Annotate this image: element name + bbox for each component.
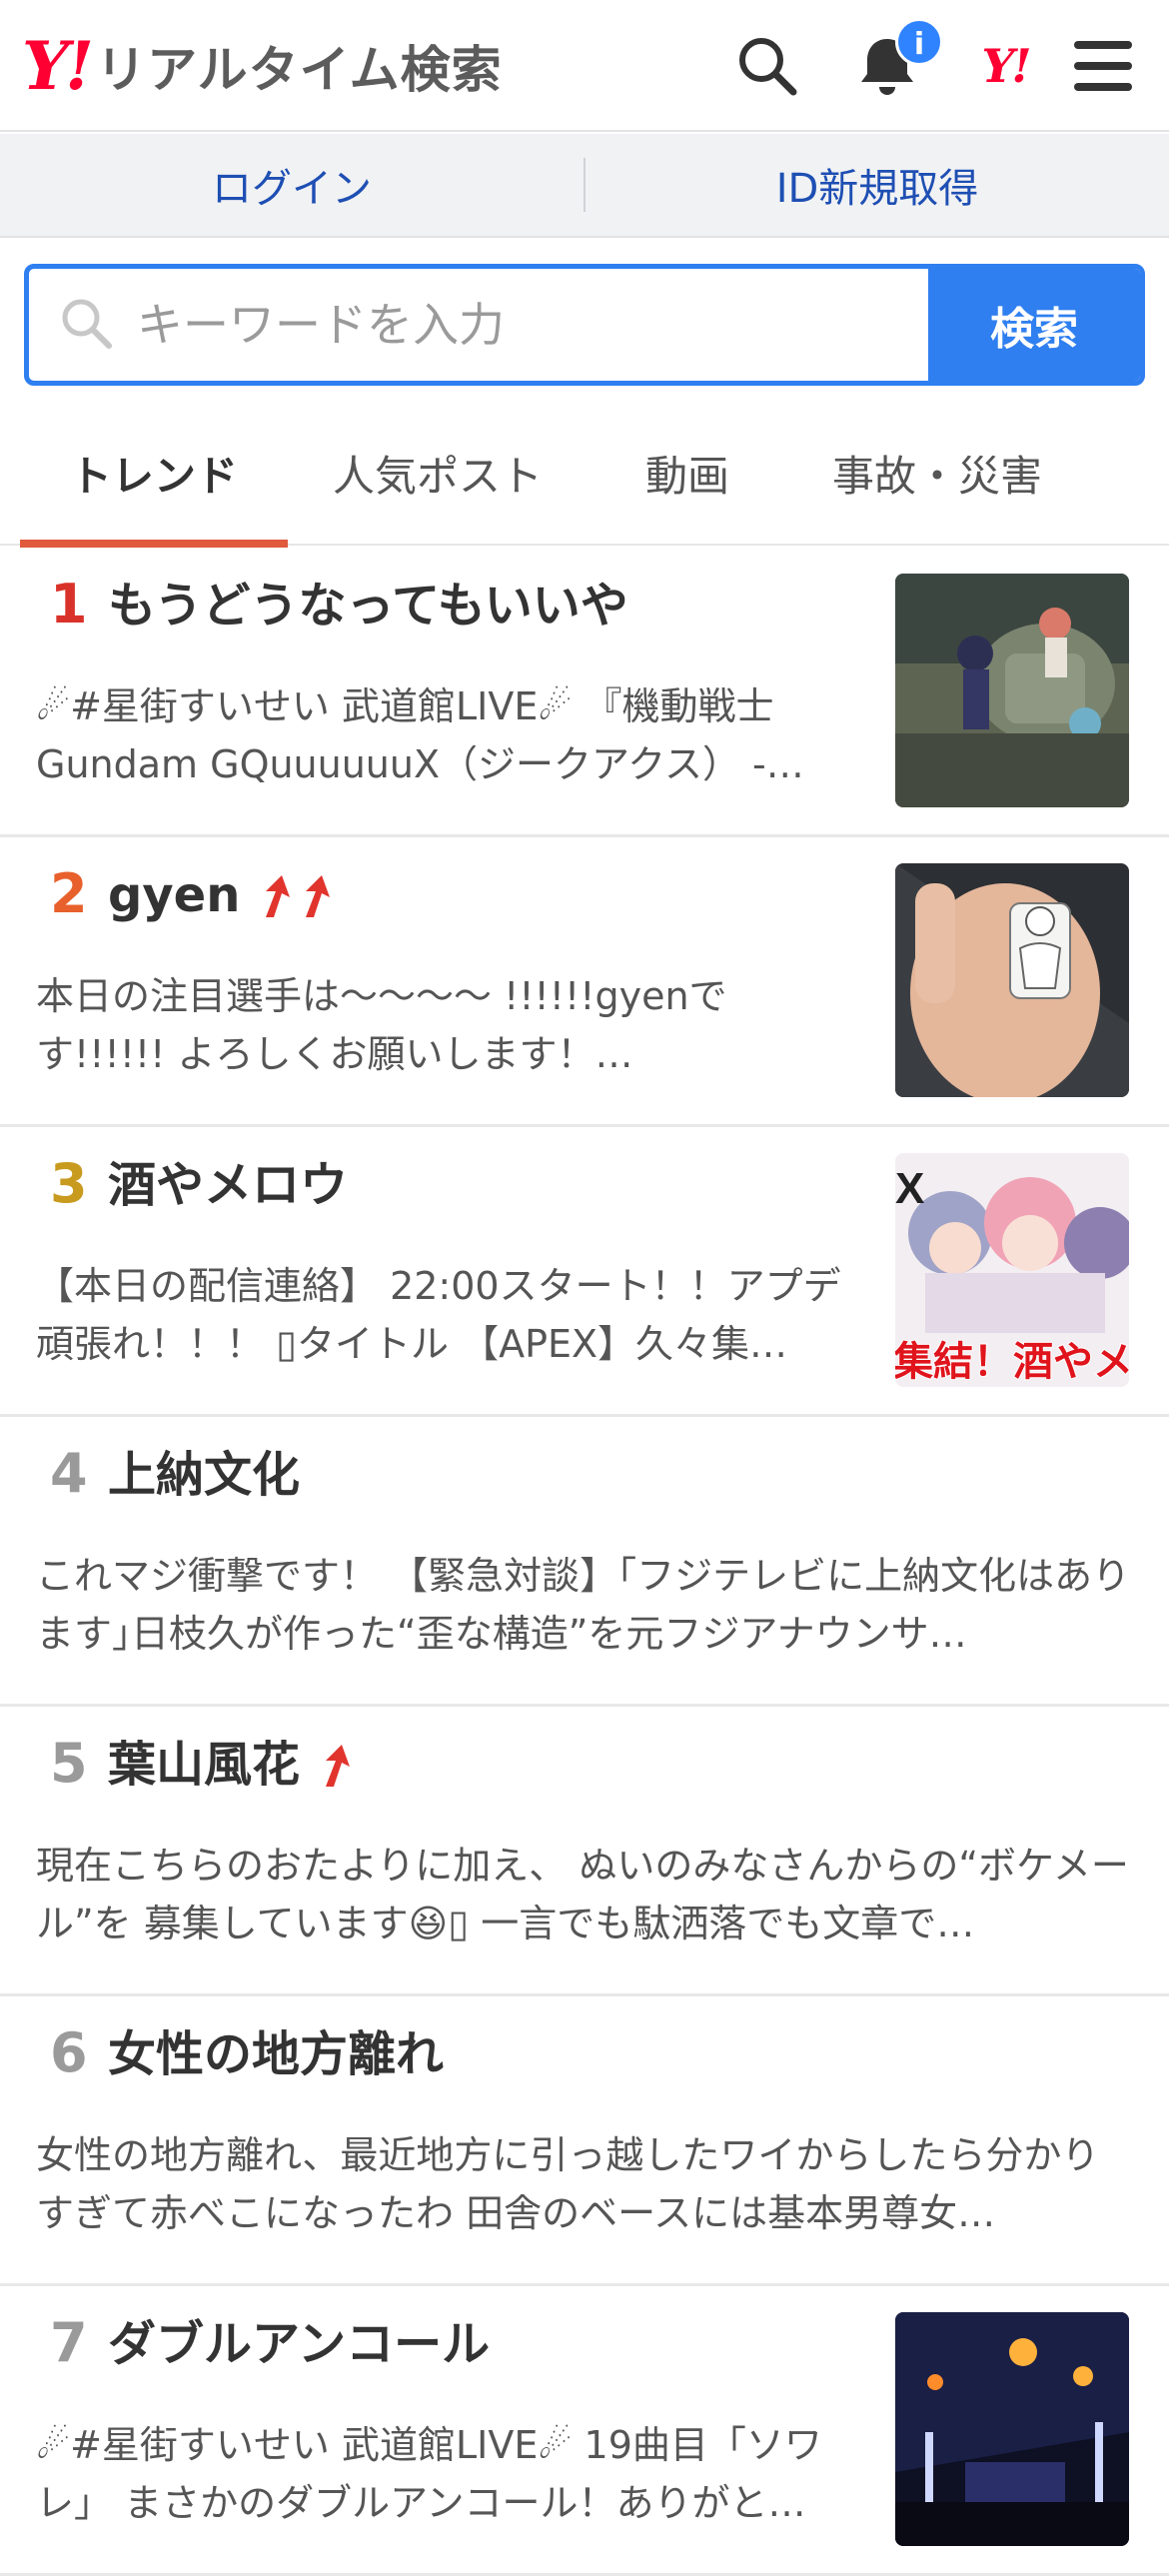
svg-text:X: X [895,1164,924,1213]
yahoo-logo-mark: Y! [22,27,94,105]
trend-title[interactable]: gyen [108,867,334,925]
trend-item[interactable]: 3 酒やメロウ 【本日の配信連絡】 22:00スタート！！アプデ頑張れ！！！ ▯… [0,1127,1169,1417]
trend-title[interactable]: 酒やメロウ [108,1157,348,1215]
hamburger-menu-icon[interactable] [1063,26,1143,106]
rank-number: 2 [50,862,88,925]
search-input-icon [59,296,113,354]
trend-title[interactable]: 女性の地方離れ [108,2026,444,2084]
tab-trend[interactable]: トレンド [20,400,288,548]
login-link[interactable]: ログイン [0,134,584,236]
register-id-link[interactable]: ID新規取得 [585,134,1169,236]
trend-title-text: もうどうなってもいいや [108,578,628,634]
yahoo-mark: Y! [981,39,1031,93]
trend-title-text: gyen [108,867,241,923]
trend-description: ☄#星街すいせい 武道館LIVE☄ 『機動戦士Gundam GQuuuuuuX（… [36,684,804,786]
rank-number: 3 [50,1152,88,1215]
trend-thumbnail[interactable] [895,2312,1129,2546]
category-tabs: トレンド 人気ポスト 動画 事故・災害 [0,400,1169,548]
rank-number: 1 [50,573,88,636]
rank-number: 4 [50,1442,88,1505]
rising-arrow-icon [306,874,331,917]
trend-title-text: ダブルアンコール [108,2316,491,2372]
trend-title[interactable]: 上納文化 [108,1447,300,1505]
rising-indicator [314,1743,354,1789]
trend-description: 現在こちらのおたよりに加え、 ぬいのみなさんからの“ボケメール”を 募集していま… [36,1844,1129,1945]
trend-title[interactable]: ダブルアンコール [108,2316,490,2374]
trend-title-text: 酒やメロウ [108,1157,349,1213]
trend-item[interactable]: 7 ダブルアンコール ☄#星街すいせい 武道館LIVE☄ 19曲目「ソワレ」 ま… [0,2286,1169,2576]
search-button[interactable]: 検索 [928,269,1140,381]
rising-indicator [254,873,334,919]
search-icon[interactable] [727,26,807,106]
trend-description: 本日の注目選手は〜〜〜〜 !!!!!!gyenです!!!!!! よろしくお願いし… [36,974,727,1076]
trend-item[interactable]: 1 もうどうなってもいいや ☄#星街すいせい 武道館LIVE☄ 『機動戦士Gun… [0,548,1169,837]
search-form: 検索 [24,264,1145,386]
rank-number: 5 [50,1732,88,1795]
yahoo-japan-icon[interactable]: Y! [965,26,1045,106]
app-header: Y! リアルタイム検索 i Y! [0,0,1169,132]
trend-thumbnail[interactable] [895,863,1129,1097]
tab-videos[interactable]: 動画 [587,400,787,546]
trend-description: ☄#星街すいせい 武道館LIVE☄ 19曲目「ソワレ」 まさかのダブルアンコール… [36,2423,822,2525]
trend-item[interactable]: 5 葉山風花 現在こちらのおたよりに加え、 ぬいのみなさんからの“ボケメール”を… [0,1707,1169,1996]
yahoo-realtime-logo[interactable]: Y! リアルタイム検索 [22,30,503,102]
trend-title[interactable]: 葉山風花 [108,1737,354,1795]
search-field[interactable] [29,269,928,381]
trend-description: 女性の地方離れ、最近地方に引っ越したワイからしたら分かりすぎて赤べこになったわ … [36,2133,1100,2235]
trend-thumbnail[interactable]: X 集結！酒やメロウ [895,1153,1129,1387]
trend-title[interactable]: もうどうなってもいいや [108,578,628,636]
trend-item[interactable]: 4 上納文化 これマジ衝撃です！ 【緊急対談】｢フジテレビに上納文化はあります｣… [0,1417,1169,1707]
trend-thumbnail[interactable] [895,574,1129,807]
trend-title-text: 女性の地方離れ [108,2026,445,2082]
rank-number: 6 [50,2021,88,2084]
notification-badge: i [895,18,943,66]
thumbnail-caption: 集結！酒やメロウ [895,1339,1129,1385]
trend-title-text: 上納文化 [108,1447,301,1503]
login-bar: ログイン ID新規取得 [0,134,1169,238]
tab-popular-posts[interactable]: 人気ポスト [288,400,587,546]
rank-number: 7 [50,2311,88,2374]
rising-arrow-icon [266,874,291,917]
trend-item[interactable]: 6 女性の地方離れ 女性の地方離れ、最近地方に引っ越したワイからしたら分かりすぎ… [0,1996,1169,2286]
trend-list: 1 もうどうなってもいいや ☄#星街すいせい 武道館LIVE☄ 『機動戦士Gun… [0,548,1169,2576]
rising-arrow-icon [326,1744,351,1787]
trend-title-text: 葉山風花 [108,1737,301,1793]
trend-description: 【本日の配信連絡】 22:00スタート！！アプデ頑張れ！！！ ▯タイトル 【AP… [36,1264,841,1366]
trend-item[interactable]: 2 gyen 本日の注目選手は〜〜〜〜 !!!!!!gyenです!!!!!! よ… [0,837,1169,1127]
logo-service-name: リアルタイム検索 [96,41,503,99]
search-input[interactable] [137,298,928,352]
trend-description: これマジ衝撃です！ 【緊急対談】｢フジテレビに上納文化はあります｣日枝久が作った… [36,1554,1131,1656]
tab-accidents-disasters[interactable]: 事故・災害 [787,400,1087,546]
